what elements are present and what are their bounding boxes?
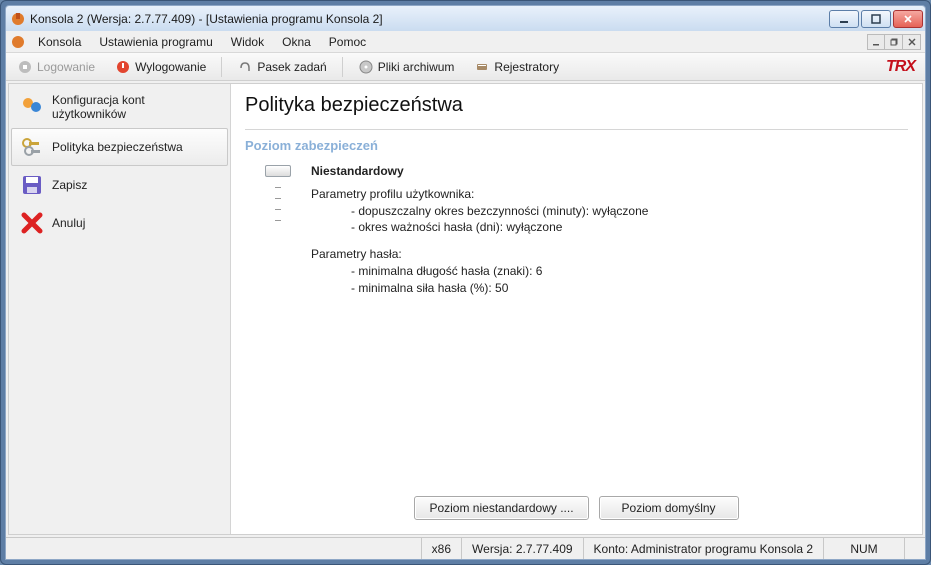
users-icon: [20, 95, 44, 119]
slider-tick: [275, 220, 281, 221]
toolbar-separator: [221, 57, 222, 77]
close-button[interactable]: [893, 10, 923, 28]
toolbar-logo: TRX: [886, 58, 921, 76]
mdi-close-button[interactable]: [903, 34, 921, 50]
slider-tick: [275, 198, 281, 199]
content-area: Konfiguracja kont użytkowników Polityka …: [8, 83, 923, 535]
toolbar-separator: [342, 57, 343, 77]
security-description: Niestandardowy Parametry profilu użytkow…: [311, 163, 908, 307]
page-title: Polityka bezpieczeństwa: [245, 94, 908, 117]
custom-level-button[interactable]: Poziom niestandardowy ....: [414, 496, 588, 520]
disc-icon: [358, 59, 374, 75]
cancel-icon: [20, 211, 44, 235]
profile-expiry: - okres ważności hasła (dni): wyłączone: [311, 219, 908, 236]
logout-button[interactable]: Wylogowanie: [108, 56, 213, 78]
window-title: Konsola 2 (Wersja: 2.7.77.409) - [Ustawi…: [30, 12, 829, 26]
default-level-button[interactable]: Poziom domyślny: [599, 496, 739, 520]
sidebar-item-security[interactable]: Polityka bezpieczeństwa: [11, 128, 228, 166]
logout-label: Wylogowanie: [135, 60, 206, 74]
slider-tick: [275, 187, 281, 188]
window-body: Konsola Ustawienia programu Widok Okna P…: [5, 31, 926, 560]
window-frame: Konsola 2 (Wersja: 2.7.77.409) - [Ustawi…: [0, 0, 931, 565]
page-rule: [245, 129, 908, 130]
maximize-button[interactable]: [861, 10, 891, 28]
sidebar-item-save[interactable]: Zapisz: [11, 166, 228, 204]
login-icon: [17, 59, 33, 75]
login-label: Logowanie: [37, 60, 95, 74]
menu-app-icon: [10, 34, 26, 50]
archive-label: Pliki archiwum: [378, 60, 455, 74]
status-account: Konto: Administrator programu Konsola 2: [584, 542, 823, 556]
sidebar: Konfiguracja kont użytkowników Polityka …: [9, 84, 231, 534]
statusbar: x86 Wersja: 2.7.77.409 Konto: Administra…: [6, 537, 925, 559]
profile-heading: Parametry profilu użytkownika:: [311, 186, 908, 203]
taskbar-button[interactable]: Pasek zadań: [230, 56, 333, 78]
login-button[interactable]: Logowanie: [10, 56, 102, 78]
security-body: Niestandardowy Parametry profilu użytkow…: [245, 163, 908, 307]
paperclip-icon: [237, 59, 253, 75]
level-name: Niestandardowy: [311, 163, 908, 180]
logout-icon: [115, 59, 131, 75]
sidebar-item-label: Polityka bezpieczeństwa: [52, 140, 183, 154]
menu-widok[interactable]: Widok: [223, 33, 272, 51]
password-strength: - minimalna siła hasła (%): 50: [311, 280, 908, 297]
recorders-label: Rejestratory: [494, 60, 559, 74]
mdi-minimize-button[interactable]: [867, 34, 885, 50]
keys-icon: [20, 135, 44, 159]
sidebar-item-accounts[interactable]: Konfiguracja kont użytkowników: [11, 86, 228, 128]
password-heading: Parametry hasła:: [311, 246, 908, 263]
toolbar: Logowanie Wylogowanie Pasek zadań: [6, 53, 925, 81]
sidebar-item-label: Zapisz: [52, 178, 87, 192]
slider-thumb[interactable]: [265, 165, 291, 177]
app-icon: [10, 11, 26, 27]
slider-tick: [275, 209, 281, 210]
status-arch: x86: [422, 542, 461, 556]
logo-text: TRX: [886, 58, 915, 75]
archive-button[interactable]: Pliki archiwum: [351, 56, 462, 78]
sidebar-item-label: Konfiguracja kont użytkowników: [52, 93, 219, 121]
section-heading: Poziom zabezpieczeń: [245, 138, 908, 153]
sidebar-item-cancel[interactable]: Anuluj: [11, 204, 228, 242]
recorder-icon: [474, 59, 490, 75]
status-version: Wersja: 2.7.77.409: [462, 542, 583, 556]
recorders-button[interactable]: Rejestratory: [467, 56, 566, 78]
menu-pomoc[interactable]: Pomoc: [321, 33, 374, 51]
menubar: Konsola Ustawienia programu Widok Okna P…: [6, 31, 925, 53]
menu-konsola[interactable]: Konsola: [30, 33, 89, 51]
menu-okna[interactable]: Okna: [274, 33, 319, 51]
titlebar[interactable]: Konsola 2 (Wersja: 2.7.77.409) - [Ustawi…: [5, 5, 926, 31]
mdi-restore-button[interactable]: [885, 34, 903, 50]
minimize-button[interactable]: [829, 10, 859, 28]
status-num: NUM: [824, 542, 904, 556]
main-panel: Polityka bezpieczeństwa Poziom zabezpiec…: [231, 84, 922, 534]
bottom-buttons: Poziom niestandardowy .... Poziom domyśl…: [245, 496, 908, 524]
taskbar-label: Pasek zadań: [257, 60, 326, 74]
sidebar-item-label: Anuluj: [52, 216, 85, 230]
status-separator: [904, 538, 905, 559]
save-icon: [20, 173, 44, 197]
menu-ustawienia-programu[interactable]: Ustawienia programu: [91, 33, 220, 51]
password-minlen: - minimalna długość hasła (znaki): 6: [311, 263, 908, 280]
profile-idle: - dopuszczalny okres bezczynności (minut…: [311, 203, 908, 220]
security-slider[interactable]: [263, 163, 293, 307]
